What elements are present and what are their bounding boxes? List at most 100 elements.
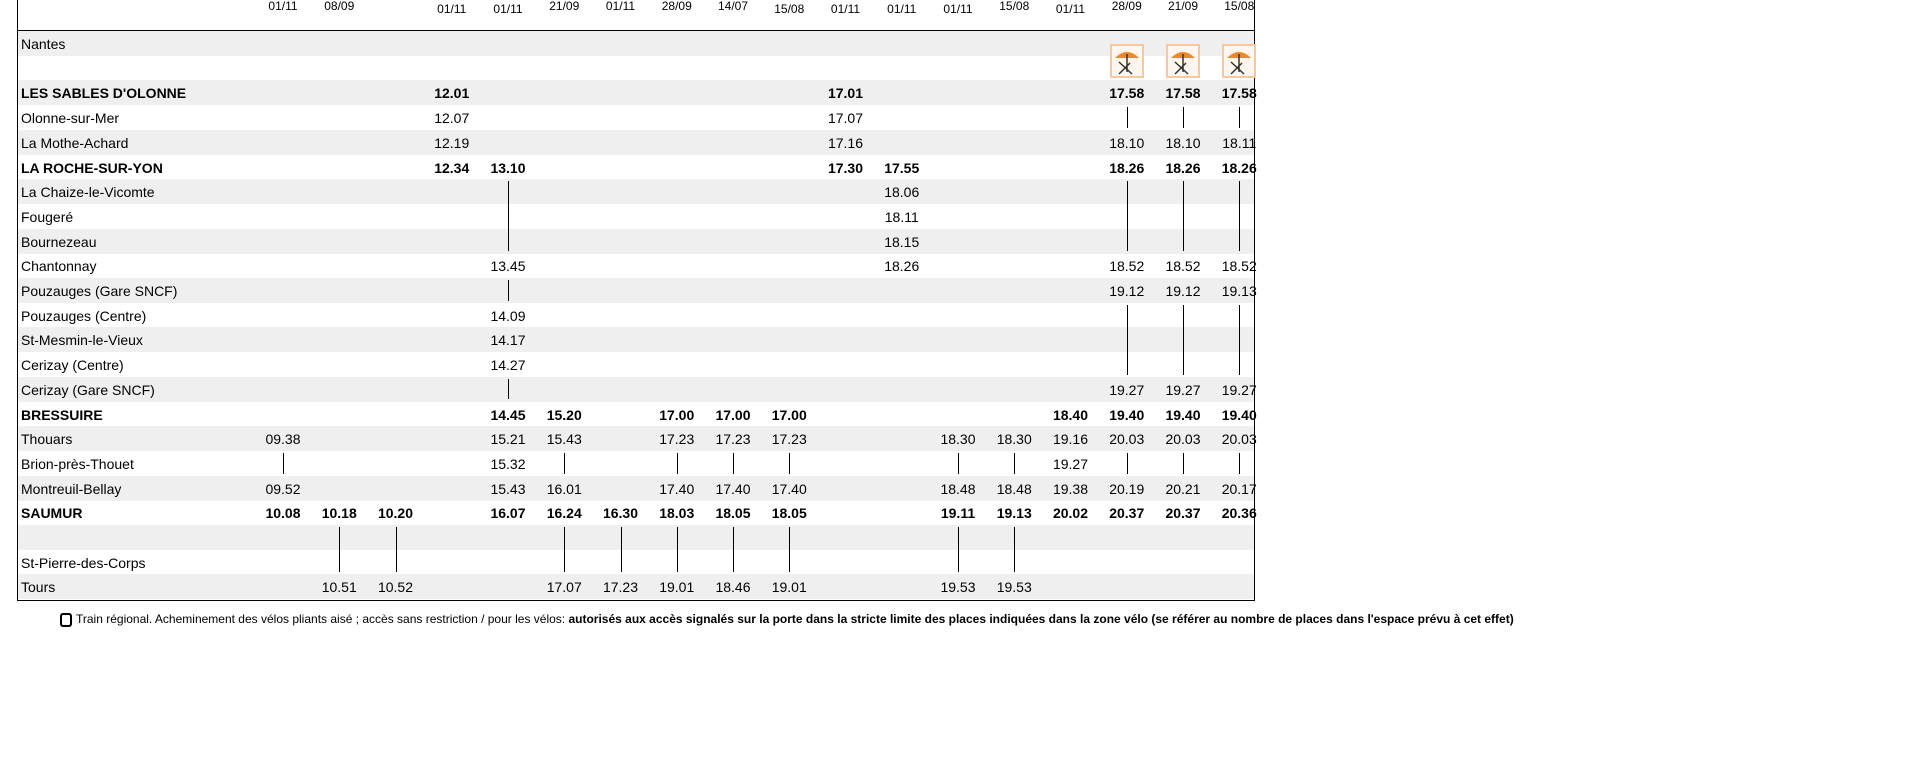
- time-cell: 19.27: [1052, 455, 1089, 472]
- time-cell: 19.53: [940, 579, 976, 596]
- time-cell: 18.11: [884, 208, 919, 225]
- time-cell: 17.00: [659, 406, 695, 423]
- time-cell: 18.05: [771, 505, 807, 522]
- station-name: BRESSUIRE: [21, 406, 103, 423]
- time-cell: 20.02: [1052, 505, 1089, 522]
- column-header: sauf le01/11: [1043, 0, 1099, 16]
- time-cell: 17.23: [715, 431, 751, 448]
- column-header-line: 01/11: [887, 2, 917, 16]
- time-cell: 19.53: [996, 579, 1032, 596]
- pass-through-line: [1183, 452, 1185, 474]
- table-row: LA ROCHE-SUR-YON 12.34 13.10 17.30 17.55 18.2…: [18, 155, 1257, 180]
- time-cell: 20.21: [1165, 480, 1201, 497]
- time-cell: 19.27: [1221, 381, 1257, 398]
- pass-through-line: [1126, 107, 1128, 128]
- beach-umbrella-icon: [1109, 43, 1144, 78]
- time-cell: 18.26: [884, 258, 920, 275]
- station-name: St-Pierre-des-Corps: [21, 554, 146, 571]
- table-row: Cerizay (Gare SNCF) 19.27 19.27 19.27: [18, 376, 1257, 402]
- column-header: 14/07: [705, 0, 761, 13]
- time-cell: 19.40: [1165, 406, 1201, 423]
- column-header: sauf le01/11: [480, 0, 536, 16]
- column-header: 01/11: [593, 0, 649, 13]
- table-row: SAUMUR 10.08 10.18 10.20 16.07 16.24 16.30 18.0…: [18, 500, 1257, 525]
- time-cell: 17.55: [884, 159, 920, 176]
- time-cell: 18.10: [1165, 134, 1201, 151]
- column-header-line: 28/09: [661, 0, 692, 13]
- pass-through-line: [1183, 304, 1185, 375]
- pass-through-line: [1239, 107, 1241, 128]
- column-header: 21/09: [1155, 0, 1211, 13]
- station-name: LES SABLES D'OLONNE: [21, 85, 187, 102]
- table-row: Brion-près-Thouet 15.32 19.27: [18, 451, 1254, 476]
- pass-through-line: [564, 527, 566, 573]
- table-row: LES SABLES D'OLONNE 12.01 17.01 17.58 17.58 1…: [18, 80, 1257, 106]
- table-row: Thouars 09.38 15.21 15.43 17.23 17.23 17.23 18.…: [18, 426, 1257, 452]
- station-name: La Chaize-le-Vicomte: [21, 184, 155, 201]
- pass-through-line: [1126, 304, 1128, 375]
- time-cell: 20.37: [1109, 505, 1145, 522]
- time-cell: 17.23: [602, 579, 639, 596]
- time-cell: 19.01: [771, 579, 807, 596]
- table-row: Pouzauges (Gare SNCF) 19.12 19.12 19.13: [18, 278, 1257, 303]
- time-cell: 19.01: [659, 579, 695, 596]
- time-cell: 18.26: [1221, 159, 1257, 176]
- time-cell: 10.20: [377, 505, 414, 522]
- table-row: St-Mesmin-le-Vieux 14.17: [18, 327, 1254, 353]
- time-cell: 17.23: [771, 431, 807, 448]
- table-row: Montreuil-Bellay 09.52 15.43 16.01 17.40 17.4…: [18, 475, 1257, 501]
- time-cell: 17.16: [827, 134, 864, 151]
- station-name: Thouars: [21, 431, 73, 448]
- time-cell: 17.58: [1221, 85, 1257, 102]
- time-cell: 19.27: [1109, 381, 1145, 398]
- column-header-line: 01/11: [437, 2, 467, 16]
- time-cell: 17.23: [659, 431, 695, 448]
- pass-through-line: [1183, 107, 1185, 128]
- column-header-line: 15/08: [1224, 0, 1255, 13]
- pass-through-line: [508, 280, 510, 301]
- time-cell: 16.24: [546, 505, 582, 522]
- time-cell: 18.48: [940, 480, 976, 497]
- beach-umbrella-icon: [1222, 43, 1257, 78]
- time-cell: 16.07: [490, 505, 526, 522]
- time-cell: 18.52: [1109, 258, 1145, 275]
- column-header: 01/11: [255, 0, 311, 13]
- pass-through-line: [508, 378, 510, 400]
- time-cell: 17.07: [546, 579, 582, 596]
- time-cell: 10.51: [321, 579, 357, 596]
- train-icon: [60, 612, 72, 627]
- time-cell: 12.01: [434, 85, 470, 102]
- time-cell: 19.40: [1221, 406, 1257, 423]
- pass-through-line: [676, 452, 678, 474]
- column-header-line: 15/08: [774, 2, 805, 16]
- column-header: sauf le01/11: [424, 0, 480, 16]
- table-row: Nantes: [18, 31, 1254, 56]
- table-row: Cerizay (Centre) 14.27: [18, 352, 1254, 377]
- time-cell: 20.03: [1109, 431, 1145, 448]
- time-cell: 18.10: [1109, 134, 1145, 151]
- time-cell: 18.06: [884, 184, 920, 201]
- time-cell: 18.40: [1052, 406, 1089, 423]
- time-cell: 15.43: [546, 431, 582, 448]
- column-header: et15/08: [761, 0, 817, 16]
- time-cell: 19.27: [1165, 381, 1201, 398]
- pass-through-line: [339, 527, 341, 573]
- station-name: St-Mesmin-le-Vieux: [21, 332, 143, 349]
- pass-through-line: [1183, 181, 1185, 252]
- time-cell: 16.30: [602, 505, 639, 522]
- time-cell: 17.40: [659, 480, 695, 497]
- time-cell: 19.11: [940, 505, 976, 522]
- pass-through-line: [733, 527, 735, 573]
- time-cell: 18.30: [996, 431, 1032, 448]
- column-header-line: 21/09: [549, 0, 580, 13]
- column-header-line: 28/09: [1111, 0, 1142, 13]
- time-cell: 20.17: [1221, 480, 1257, 497]
- time-cell: 12.07: [434, 110, 470, 127]
- column-header-line: 14/07: [717, 0, 749, 13]
- column-header-line: 08/09: [324, 0, 355, 13]
- time-cell: 20.37: [1165, 505, 1201, 522]
- pass-through-line: [395, 527, 397, 573]
- time-cell: 14.45: [490, 406, 526, 423]
- time-cell: 18.26: [1165, 159, 1201, 176]
- table-row: Olonne-sur-Mer 12.07 17.07: [18, 105, 1254, 130]
